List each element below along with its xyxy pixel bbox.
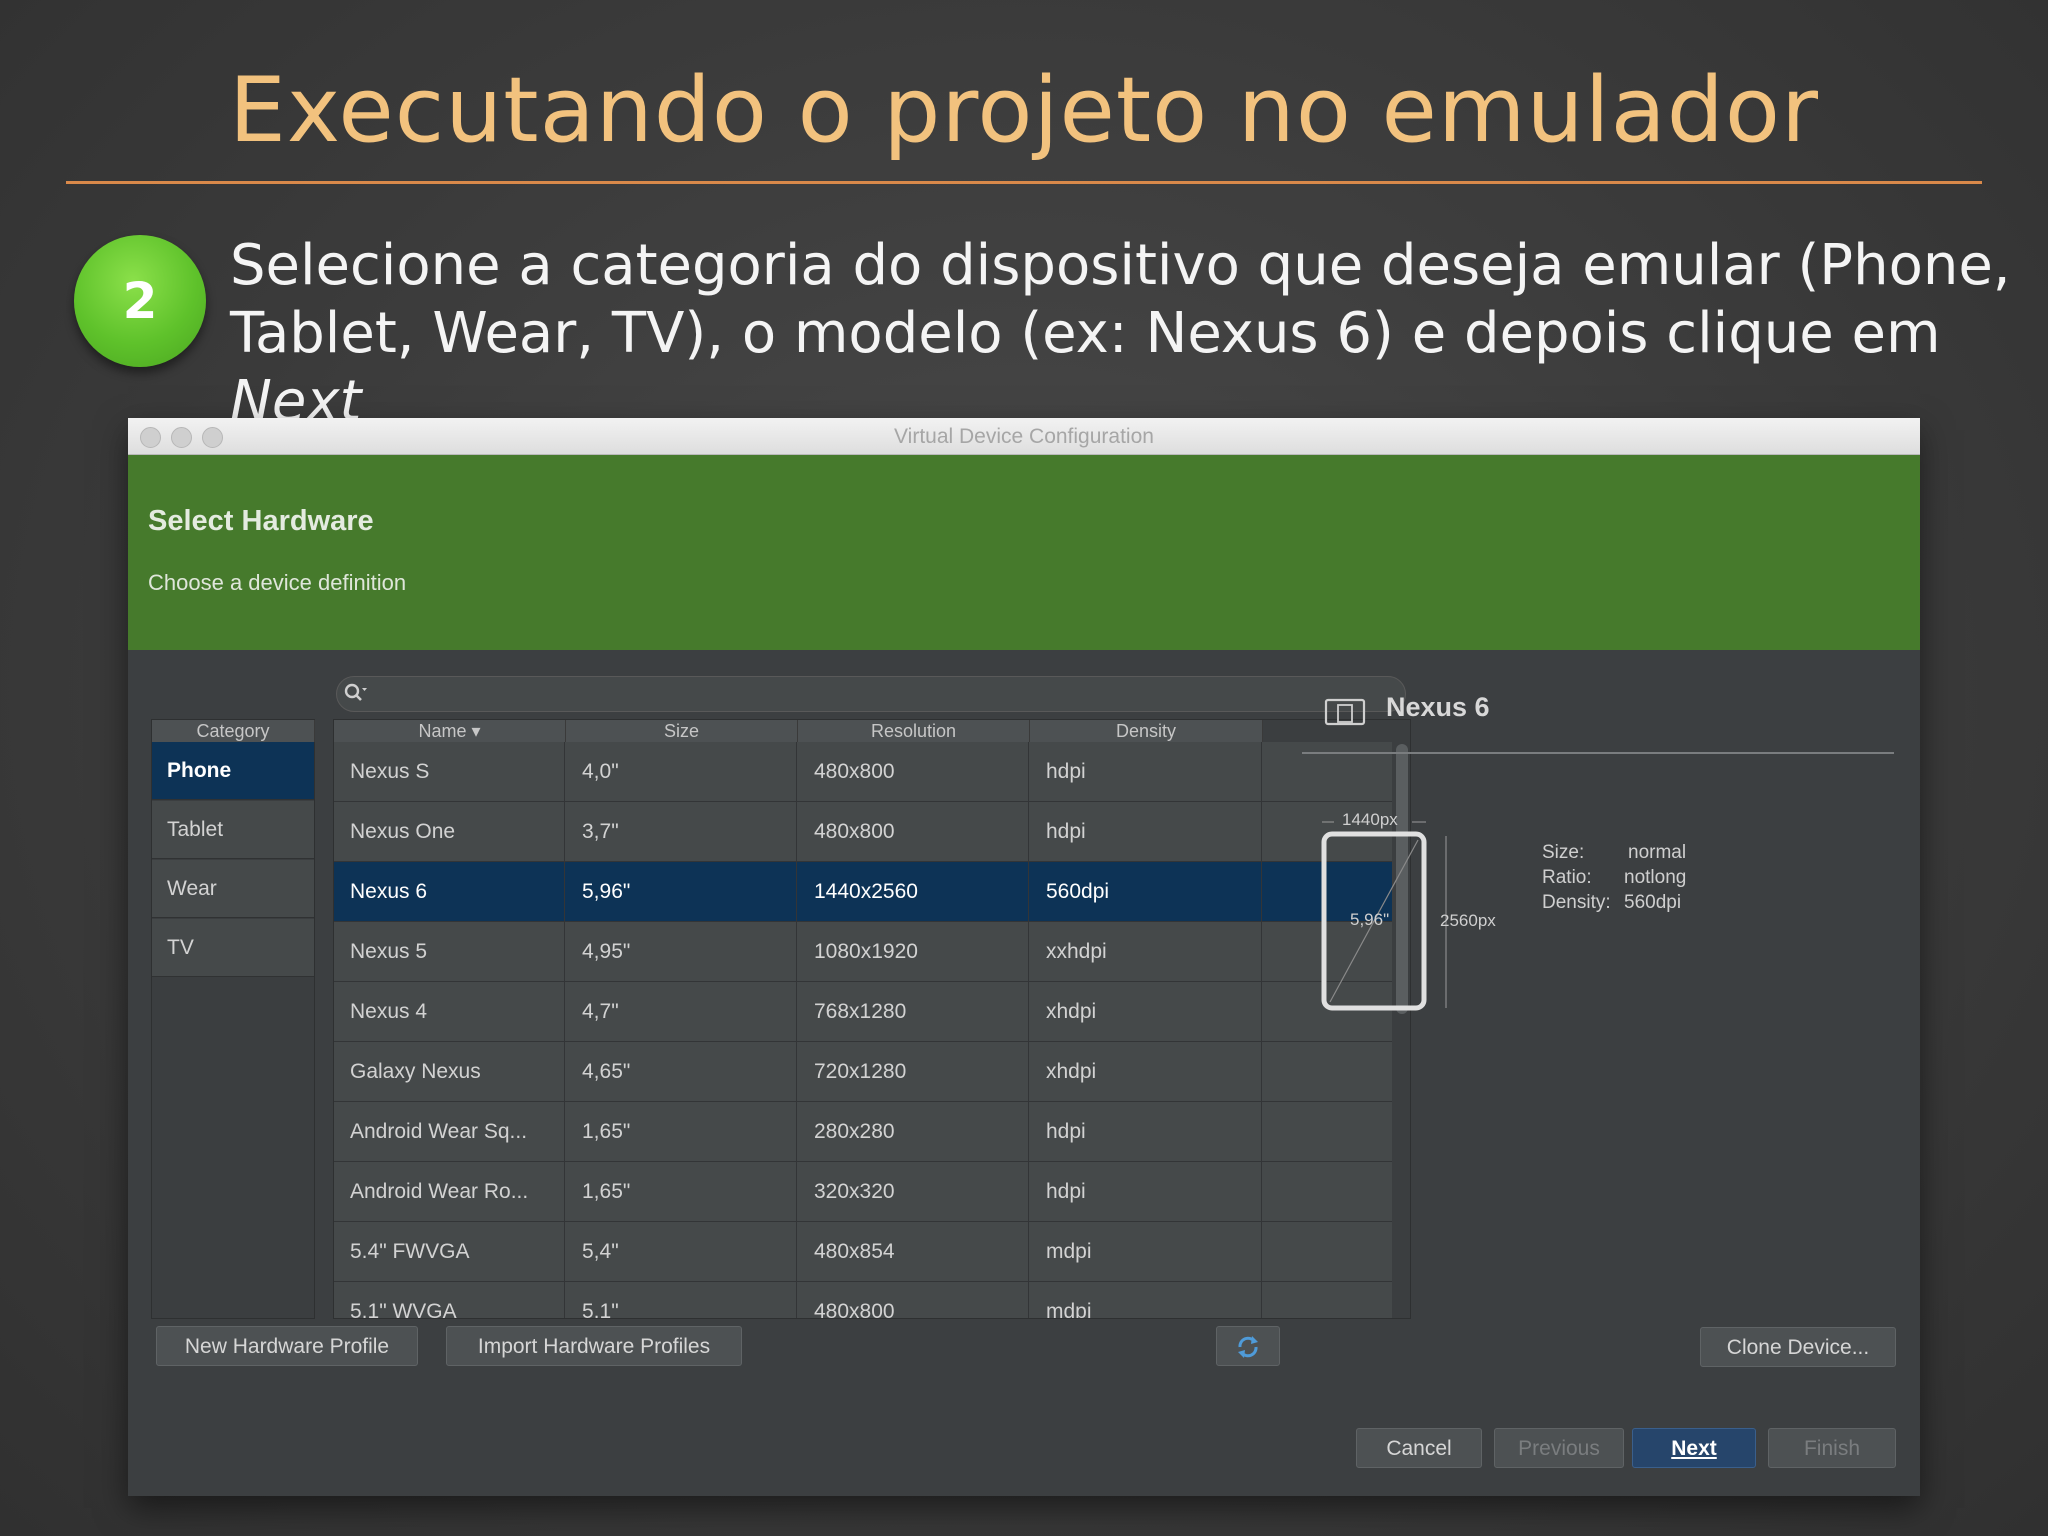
finish-button[interactable]: Finish: [1768, 1428, 1896, 1468]
cell-name: 5.4" FWVGA: [334, 1222, 565, 1281]
spec-ratio-value: notlong: [1624, 867, 1687, 888]
header-title: Select Hardware: [148, 505, 374, 537]
cell-resolution: 1080x1920: [798, 922, 1029, 981]
width-label: 1440px: [1342, 810, 1398, 829]
diagonal-label: 5,96": [1350, 910, 1390, 929]
new-hardware-profile-button[interactable]: New Hardware Profile: [156, 1326, 418, 1366]
step-instruction-text: Selecione a categoria do dispositivo que…: [230, 233, 2011, 366]
table-row[interactable]: Nexus One 3,7" 480x800 hdpi: [334, 802, 1392, 862]
detail-divider: [1302, 752, 1894, 754]
table-row[interactable]: 5.4" FWVGA 5,4" 480x854 mdpi: [334, 1222, 1392, 1282]
table-row[interactable]: Nexus 4 4,7" 768x1280 xhdpi: [334, 982, 1392, 1042]
step-number-badge: 2: [74, 235, 206, 367]
cell-size: 1,65": [566, 1102, 797, 1161]
cell-size: 4,0": [566, 742, 797, 801]
cell-name: 5.1" WVGA: [334, 1282, 565, 1318]
column-header-density[interactable]: Density: [1030, 720, 1263, 742]
cell-name: Android Wear Sq...: [334, 1102, 565, 1161]
slide-title: Executando o projeto no emulador: [229, 58, 1819, 163]
table-row[interactable]: Nexus 5 4,95" 1080x1920 xxhdpi: [334, 922, 1392, 982]
category-item-wear[interactable]: Wear: [152, 860, 314, 918]
cell-name: Nexus S: [334, 742, 565, 801]
cancel-button[interactable]: Cancel: [1356, 1428, 1482, 1468]
cell-density: mdpi: [1030, 1282, 1262, 1318]
category-item-phone[interactable]: Phone: [152, 742, 314, 800]
cell-resolution: 480x800: [798, 1282, 1029, 1318]
cell-size: 3,7": [566, 802, 797, 861]
refresh-icon: [1238, 1336, 1258, 1358]
cell-size: 4,7": [566, 982, 797, 1041]
cell-resolution: 720x1280: [798, 1042, 1029, 1101]
device-search-input[interactable]: [336, 676, 1406, 712]
category-list: Category Phone Tablet Wear TV: [151, 719, 315, 1319]
cell-density: hdpi: [1030, 742, 1262, 801]
cell-density: hdpi: [1030, 802, 1262, 861]
column-header-resolution[interactable]: Resolution: [798, 720, 1030, 742]
device-table: Name ▾ Size Resolution Density Nexus S 4,…: [333, 719, 1411, 1319]
table-row[interactable]: Android Wear Sq... 1,65" 280x280 hdpi: [334, 1102, 1392, 1162]
import-hardware-profiles-button[interactable]: Import Hardware Profiles: [446, 1326, 742, 1366]
cell-name: Nexus 6: [334, 862, 565, 921]
cell-name: Galaxy Nexus: [334, 1042, 565, 1101]
cell-density: hdpi: [1030, 1102, 1262, 1161]
virtual-device-config-window: Virtual Device Configuration Select Hard…: [128, 418, 1920, 1496]
clone-device-button[interactable]: Clone Device...: [1700, 1327, 1896, 1367]
height-label-text: 2560px: [1440, 911, 1496, 930]
cell-size: 5,1": [566, 1282, 797, 1318]
cell-name: Nexus 5: [334, 922, 565, 981]
previous-button[interactable]: Previous: [1494, 1428, 1624, 1468]
title-divider: [66, 181, 1982, 184]
cell-resolution: 320x320: [798, 1162, 1029, 1221]
selected-device-name: Nexus 6: [1386, 692, 1490, 722]
table-row[interactable]: 5.1" WVGA 5,1" 480x800 mdpi: [334, 1282, 1392, 1318]
window-titlebar: Virtual Device Configuration: [128, 418, 1920, 455]
cell-name: Nexus 4: [334, 982, 565, 1041]
table-row[interactable]: Android Wear Ro... 1,65" 320x320 hdpi: [334, 1162, 1392, 1222]
next-button[interactable]: Next: [1632, 1428, 1756, 1468]
step-instruction: Selecione a categoria do dispositivo que…: [230, 232, 2030, 436]
cell-size: 4,95": [566, 922, 797, 981]
table-row[interactable]: Galaxy Nexus 4,65" 720x1280 xhdpi: [334, 1042, 1392, 1102]
cell-size: 5,96": [566, 862, 797, 921]
cell-density: xhdpi: [1030, 982, 1262, 1041]
window-title: Virtual Device Configuration: [894, 425, 1154, 448]
table-row[interactable]: Nexus S 4,0" 480x800 hdpi: [334, 742, 1392, 802]
cell-resolution: 480x800: [798, 742, 1029, 801]
cell-size: 5,4": [566, 1222, 797, 1281]
cell-size: 4,65": [566, 1042, 797, 1101]
category-column-header[interactable]: Category: [152, 720, 315, 742]
refresh-button[interactable]: [1216, 1326, 1280, 1366]
cell-density: xxhdpi: [1030, 922, 1262, 981]
category-item-tablet[interactable]: Tablet: [152, 801, 314, 859]
spec-density-key: Density:: [1542, 892, 1611, 913]
table-row[interactable]: Nexus 6 5,96" 1440x2560 560dpi: [334, 862, 1392, 922]
cell-resolution: 480x854: [798, 1222, 1029, 1281]
cell-density: mdpi: [1030, 1222, 1262, 1281]
cell-resolution: 1440x2560: [798, 862, 1029, 921]
category-item-tv[interactable]: TV: [152, 919, 314, 977]
cell-resolution: 768x1280: [798, 982, 1029, 1041]
cell-density: 560dpi: [1030, 862, 1262, 921]
wizard-header: Select Hardware Choose a device definiti…: [128, 455, 1920, 650]
header-subtitle: Choose a device definition: [148, 570, 407, 595]
spec-density-value: 560dpi: [1624, 892, 1682, 913]
device-tablet-icon: [1324, 698, 1366, 726]
cell-density: hdpi: [1030, 1162, 1262, 1221]
cell-size: 1,65": [566, 1162, 797, 1221]
cell-resolution: 480x800: [798, 802, 1029, 861]
cell-density: xhdpi: [1030, 1042, 1262, 1101]
cell-name: Android Wear Ro...: [334, 1162, 565, 1221]
column-header-size[interactable]: Size: [566, 720, 798, 742]
cell-resolution: 280x280: [798, 1102, 1029, 1161]
spec-size-key: Size:: [1542, 842, 1585, 863]
next-button-label: Next: [1671, 1437, 1717, 1460]
cell-name: Nexus One: [334, 802, 565, 861]
spec-size-value: normal: [1628, 842, 1687, 863]
column-header-name[interactable]: Name ▾: [334, 720, 566, 742]
spec-ratio-key: Ratio:: [1542, 867, 1592, 888]
search-icon: [344, 683, 367, 701]
